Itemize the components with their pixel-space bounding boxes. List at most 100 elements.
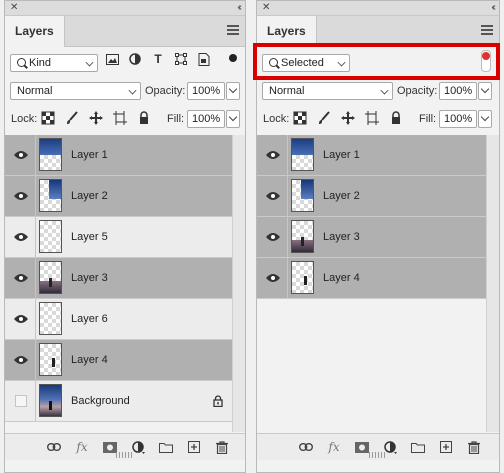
collapse-panel-icon[interactable]: ‹‹ bbox=[237, 1, 241, 15]
delete-layer-icon[interactable] bbox=[467, 440, 481, 454]
layer-name[interactable]: Layer 3 bbox=[71, 258, 108, 299]
panel-tab-bar: Layers bbox=[5, 16, 245, 47]
eye-icon[interactable] bbox=[266, 232, 280, 242]
layer-name[interactable]: Layer 1 bbox=[71, 135, 108, 176]
blend-mode-dropdown[interactable]: Normal bbox=[262, 82, 393, 100]
layer-row[interactable]: Layer 6 bbox=[5, 299, 233, 340]
opacity-dropdown[interactable] bbox=[478, 82, 492, 100]
panel-menu-icon[interactable] bbox=[227, 25, 239, 35]
panel-bottom-bar: fx bbox=[5, 433, 245, 460]
chevron-down-icon bbox=[480, 84, 490, 94]
tab-layers[interactable]: Layers bbox=[5, 16, 65, 47]
lock-image-pixels-icon[interactable] bbox=[317, 111, 331, 125]
layer-row[interactable]: Layer 5 bbox=[5, 217, 233, 258]
panel-menu-icon[interactable] bbox=[481, 25, 493, 35]
filter-type-dropdown[interactable]: Kind bbox=[10, 54, 98, 72]
eye-icon[interactable] bbox=[14, 232, 28, 242]
lock-label: Lock: bbox=[11, 113, 38, 125]
layer-row[interactable]: Layer 4 bbox=[257, 258, 487, 299]
layer-name[interactable]: Layer 2 bbox=[323, 176, 360, 217]
layer-thumbnail bbox=[39, 302, 62, 335]
blend-mode-dropdown[interactable]: Normal bbox=[10, 82, 141, 100]
eye-icon[interactable] bbox=[14, 355, 28, 365]
eye-icon[interactable] bbox=[14, 273, 28, 283]
type-layer-filter-icon[interactable]: T bbox=[151, 52, 165, 66]
layers-scrollbar[interactable] bbox=[486, 135, 499, 432]
lock-transparent-pixels-icon[interactable] bbox=[293, 111, 307, 125]
delete-layer-icon[interactable] bbox=[215, 440, 229, 454]
lock-all-icon[interactable] bbox=[137, 111, 151, 125]
layer-row[interactable]: Layer 4 bbox=[5, 340, 233, 381]
new-group-icon[interactable] bbox=[159, 440, 173, 454]
layer-style-icon[interactable]: fx bbox=[327, 440, 341, 454]
layer-style-icon[interactable]: fx bbox=[75, 440, 89, 454]
eye-icon[interactable] bbox=[14, 314, 28, 324]
add-mask-icon[interactable] bbox=[103, 440, 117, 454]
eye-icon[interactable] bbox=[266, 273, 280, 283]
new-layer-icon[interactable] bbox=[439, 440, 453, 454]
layer-row[interactable]: Layer 1 bbox=[5, 135, 233, 176]
row-divider bbox=[35, 176, 36, 216]
opacity-field[interactable]: 100% bbox=[187, 82, 225, 100]
opacity-label: Opacity: bbox=[397, 85, 438, 97]
new-group-icon[interactable] bbox=[411, 440, 425, 454]
link-layers-icon[interactable] bbox=[47, 440, 61, 454]
adjustment-layer-filter-icon[interactable] bbox=[128, 52, 142, 66]
close-icon[interactable]: ✕ bbox=[262, 1, 270, 15]
layer-row[interactable]: Background bbox=[5, 381, 233, 422]
opacity-label: Opacity: bbox=[145, 85, 186, 97]
row-divider bbox=[35, 340, 36, 380]
fill-dropdown[interactable] bbox=[478, 110, 492, 128]
filter-toggle-icon[interactable] bbox=[229, 54, 237, 62]
layer-name[interactable]: Layer 3 bbox=[323, 217, 360, 258]
eye-icon[interactable] bbox=[266, 150, 280, 160]
layer-row[interactable]: Layer 3 bbox=[257, 217, 487, 258]
chevron-down-icon bbox=[228, 84, 238, 94]
highlight-annotation bbox=[253, 43, 500, 80]
fill-field[interactable]: 100% bbox=[439, 110, 477, 128]
layer-row[interactable]: Layer 2 bbox=[5, 176, 233, 217]
smart-object-filter-icon[interactable] bbox=[197, 52, 211, 66]
lock-image-pixels-icon[interactable] bbox=[65, 111, 79, 125]
link-layers-icon[interactable] bbox=[299, 440, 313, 454]
add-mask-icon[interactable] bbox=[355, 440, 369, 454]
new-layer-icon[interactable] bbox=[187, 440, 201, 454]
row-divider bbox=[35, 381, 36, 421]
fill-dropdown[interactable] bbox=[226, 110, 240, 128]
close-icon[interactable]: ✕ bbox=[10, 1, 18, 15]
visibility-toggle[interactable] bbox=[15, 395, 27, 407]
layer-thumbnail bbox=[39, 138, 62, 171]
eye-icon[interactable] bbox=[266, 191, 280, 201]
layer-name[interactable]: Layer 4 bbox=[71, 340, 108, 381]
lock-icons bbox=[293, 111, 403, 125]
opacity-dropdown[interactable] bbox=[226, 82, 240, 100]
lock-position-icon[interactable] bbox=[341, 111, 355, 125]
row-divider bbox=[35, 217, 36, 257]
fill-field[interactable]: 100% bbox=[187, 110, 225, 128]
lock-transparent-pixels-icon[interactable] bbox=[41, 111, 55, 125]
resize-grip[interactable] bbox=[116, 452, 134, 458]
resize-grip[interactable] bbox=[369, 452, 387, 458]
panel-title-bar: ✕ ‹‹ bbox=[257, 1, 499, 16]
layer-name[interactable]: Layer 4 bbox=[323, 258, 360, 299]
lock-all-icon[interactable] bbox=[389, 111, 403, 125]
layers-scrollbar[interactable] bbox=[232, 135, 245, 432]
layer-row[interactable]: Layer 3 bbox=[5, 258, 233, 299]
lock-position-icon[interactable] bbox=[89, 111, 103, 125]
layer-name[interactable]: Layer 5 bbox=[71, 217, 108, 258]
opacity-field[interactable]: 100% bbox=[439, 82, 477, 100]
layer-row[interactable]: Layer 2 bbox=[257, 176, 487, 217]
layer-name[interactable]: Layer 2 bbox=[71, 176, 108, 217]
layer-row[interactable]: Layer 1 bbox=[257, 135, 487, 176]
collapse-panel-icon[interactable]: ‹‹ bbox=[491, 1, 495, 15]
eye-icon[interactable] bbox=[14, 191, 28, 201]
chevron-down-icon bbox=[228, 112, 238, 122]
layer-name[interactable]: Layer 1 bbox=[323, 135, 360, 176]
eye-icon[interactable] bbox=[14, 150, 28, 160]
pixel-layer-filter-icon[interactable] bbox=[105, 52, 119, 66]
layer-name[interactable]: Layer 6 bbox=[71, 299, 108, 340]
lock-artboard-icon[interactable] bbox=[113, 111, 127, 125]
layer-name[interactable]: Background bbox=[71, 381, 130, 422]
shape-layer-filter-icon[interactable] bbox=[174, 52, 188, 66]
lock-artboard-icon[interactable] bbox=[365, 111, 379, 125]
